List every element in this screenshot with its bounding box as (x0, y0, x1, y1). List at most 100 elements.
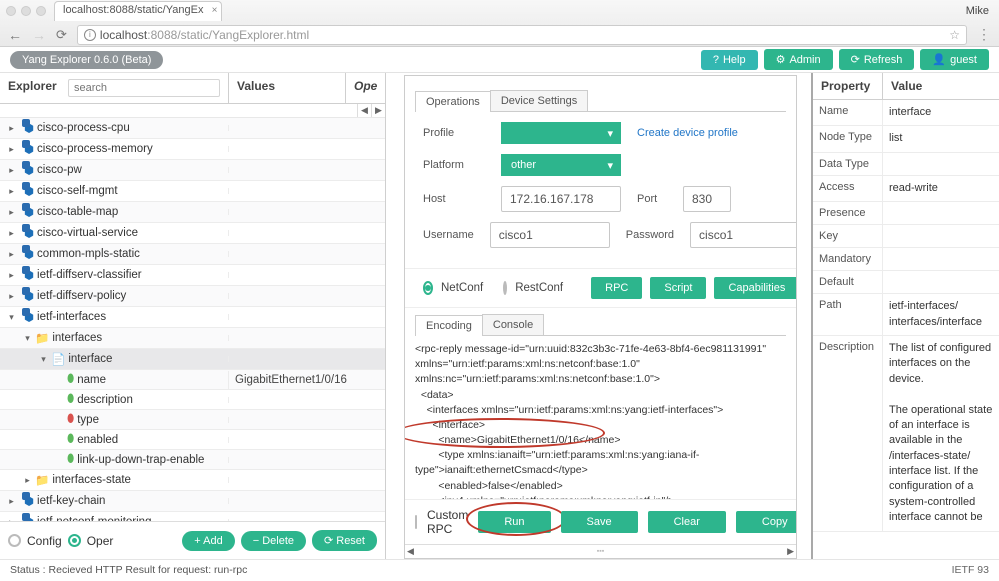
site-info-icon[interactable]: i (84, 29, 96, 41)
horizontal-scrollbar[interactable]: ◀▪▪▪▶ (405, 544, 796, 558)
tree-row[interactable]: ▸⬢ ietf-netconf-monitoring (0, 512, 385, 521)
restconf-radio[interactable] (503, 281, 507, 295)
caret-icon[interactable]: ▸ (7, 228, 16, 239)
tree-row[interactable]: ⬮ enabled (0, 430, 385, 450)
tree-row[interactable]: ▸⬢ cisco-process-cpu (0, 118, 385, 139)
tree-row[interactable]: ▾📄 interface (0, 349, 385, 370)
back-icon[interactable]: ← (8, 27, 22, 43)
node-label: cisco-process-memory (37, 143, 153, 155)
caret-icon[interactable]: ▸ (7, 207, 16, 218)
clear-button[interactable]: Clear (648, 511, 726, 533)
password-input[interactable] (690, 222, 797, 248)
tree-row[interactable]: ▸⬢ cisco-process-memory (0, 139, 385, 160)
tree-row[interactable]: ⬮ type (0, 410, 385, 430)
yang-tree[interactable]: ▸⬢ cisco-process-cpu▸⬢ cisco-process-mem… (0, 118, 385, 521)
node-label: interface (68, 353, 112, 365)
save-button[interactable]: Save (561, 511, 638, 533)
node-label: common-mpls-static (37, 248, 140, 260)
reset-button[interactable]: ⟳Reset (312, 530, 377, 551)
add-button[interactable]: + Add (182, 531, 234, 551)
tree-row[interactable]: ⬮ link-up-down-trap-enable (0, 450, 385, 470)
tab-console[interactable]: Console (482, 314, 544, 335)
config-radio[interactable] (8, 534, 21, 547)
caret-icon[interactable]: ▸ (7, 249, 16, 260)
username-input[interactable] (490, 222, 610, 248)
forward-icon[interactable]: → (32, 27, 46, 43)
tab-encoding[interactable]: Encoding (415, 315, 483, 336)
custom-rpc-checkbox[interactable] (415, 515, 417, 529)
window-controls[interactable] (6, 6, 46, 16)
copy-button[interactable]: Copy (736, 511, 797, 533)
caret-icon[interactable]: ▸ (7, 144, 16, 155)
node-label: cisco-virtual-service (37, 227, 138, 239)
custom-rpc-label: Custom RPC (427, 508, 468, 536)
tree-row[interactable]: ▸⬢ ietf-key-chain (0, 491, 385, 512)
browser-tab[interactable]: localhost:8088/static/YangEx × (54, 1, 222, 21)
user-icon: 👤 (932, 53, 946, 66)
oper-radio[interactable] (68, 534, 81, 547)
refresh-button[interactable]: ⟳Refresh (839, 49, 915, 70)
node-value (228, 417, 385, 423)
profile-name[interactable]: Mike (966, 5, 989, 17)
property-value (883, 248, 999, 270)
tree-row[interactable]: ▸⬢ ietf-diffserv-classifier (0, 265, 385, 286)
tree-row[interactable]: ⬮ nameGigabitEthernet1/0/16 (0, 370, 385, 390)
platform-select[interactable]: other (501, 154, 621, 176)
browser-menu-icon[interactable]: ⋮ (977, 26, 991, 43)
help-button[interactable]: ?Help (701, 50, 758, 70)
config-label: Config (27, 534, 62, 548)
tree-row[interactable]: ▸⬢ cisco-pw (0, 160, 385, 181)
port-input[interactable] (683, 186, 731, 212)
property-value (883, 225, 999, 247)
close-icon[interactable]: × (212, 5, 218, 16)
caret-icon[interactable]: ▸ (7, 123, 16, 134)
tree-row[interactable]: ⬮ description (0, 390, 385, 410)
caret-icon[interactable]: ▸ (7, 496, 16, 507)
capabilities-button[interactable]: Capabilities (714, 277, 797, 299)
guest-button[interactable]: 👤guest (920, 49, 989, 70)
admin-button[interactable]: ⚙Admin (764, 49, 833, 70)
bookmark-icon[interactable]: ☆ (949, 28, 960, 42)
tree-row[interactable]: ▸📁 interfaces-state (0, 470, 385, 491)
tree-row[interactable]: ▸⬢ cisco-table-map (0, 202, 385, 223)
caret-icon[interactable]: ▸ (7, 291, 16, 302)
tree-row[interactable]: ▾📁 interfaces (0, 328, 385, 349)
node-label: enabled (77, 434, 118, 446)
script-button[interactable]: Script (650, 277, 706, 299)
caret-icon[interactable]: ▾ (7, 312, 16, 323)
tab-operations[interactable]: Operations (415, 91, 491, 112)
node-label: cisco-table-map (37, 206, 118, 218)
tree-row[interactable]: ▾⬢ ietf-interfaces (0, 307, 385, 328)
col-left-icon[interactable]: ◀ (357, 104, 371, 117)
property-row: Pathietf-interfaces/ interfaces/interfac… (813, 294, 999, 336)
status-right: IETF 93 (952, 564, 989, 576)
caret-icon[interactable]: ▾ (39, 354, 48, 365)
caret-icon[interactable]: ▸ (7, 186, 16, 197)
tree-row[interactable]: ▸⬢ common-mpls-static (0, 244, 385, 265)
property-value: read-write (883, 176, 999, 201)
caret-icon[interactable]: ▾ (23, 333, 32, 344)
node-value (228, 356, 385, 362)
property-value: ietf-interfaces/ interfaces/interface (883, 294, 999, 335)
netconf-radio[interactable] (423, 281, 433, 295)
rpc-button[interactable]: RPC (591, 277, 642, 299)
reload-icon[interactable]: ⟳ (56, 27, 67, 43)
tree-row[interactable]: ▸⬢ cisco-self-mgmt (0, 181, 385, 202)
caret-icon[interactable]: ▸ (7, 165, 16, 176)
address-bar[interactable]: i localhost:8088/static/YangExplorer.htm… (77, 25, 967, 45)
run-button[interactable]: Run (478, 511, 550, 533)
tree-row[interactable]: ▸⬢ ietf-diffserv-policy (0, 286, 385, 307)
tab-device-settings[interactable]: Device Settings (490, 90, 588, 111)
search-input[interactable] (68, 79, 220, 97)
host-input[interactable] (501, 186, 621, 212)
console-output[interactable]: <rpc-reply message-id="urn:uuid:832c3b3c… (405, 336, 796, 499)
caret-icon[interactable]: ▸ (23, 475, 32, 486)
profile-select[interactable] (501, 122, 621, 144)
delete-button[interactable]: − Delete (241, 531, 306, 551)
properties-table: NameinterfaceNode TypelistData TypeAcces… (813, 100, 999, 532)
col-right-icon[interactable]: ▶ (371, 104, 385, 117)
node-value (228, 230, 385, 236)
tree-row[interactable]: ▸⬢ cisco-virtual-service (0, 223, 385, 244)
create-profile-link[interactable]: Create device profile (637, 127, 738, 139)
caret-icon[interactable]: ▸ (7, 270, 16, 281)
